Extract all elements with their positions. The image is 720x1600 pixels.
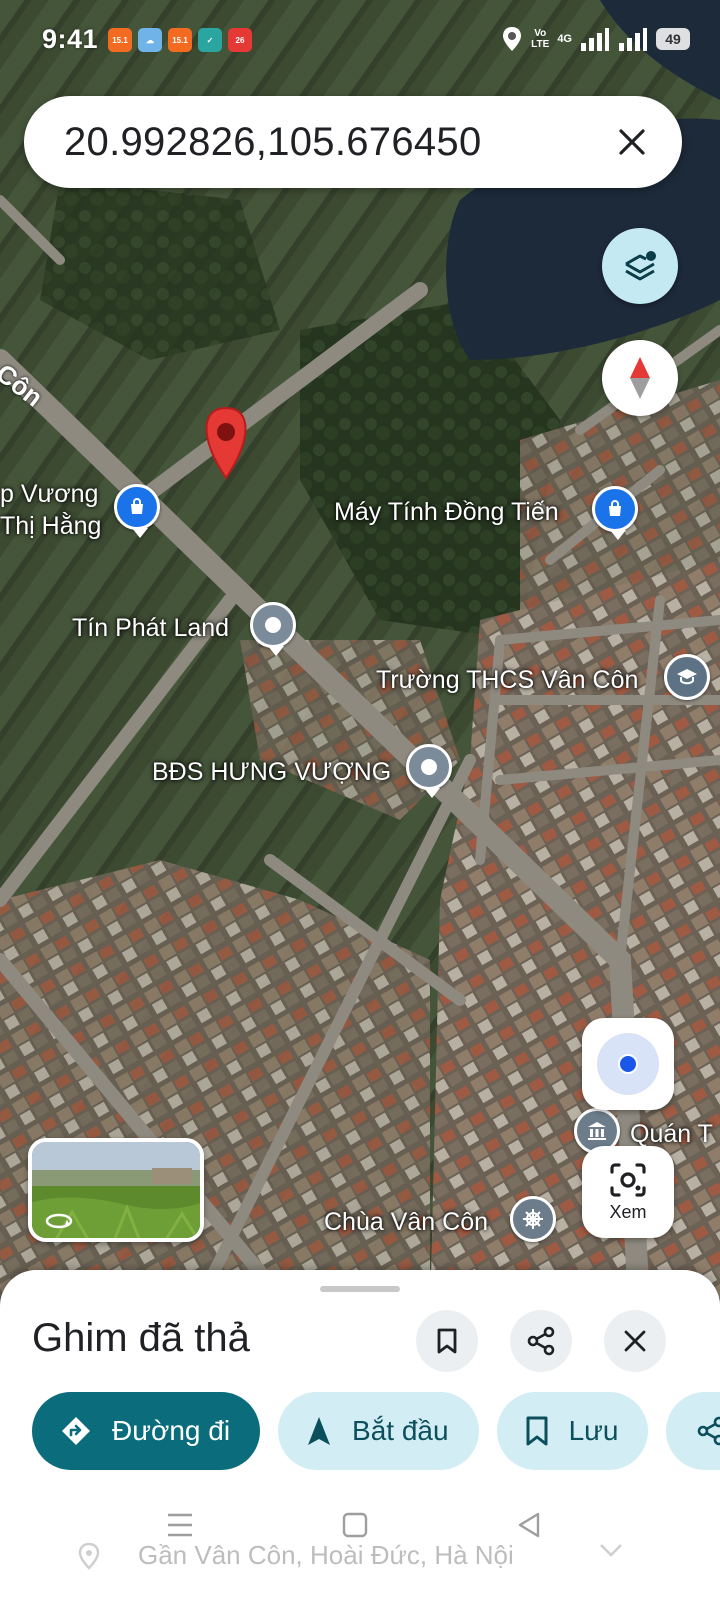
street-view-rotate-icon	[45, 1213, 73, 1229]
place-marker-icon[interactable]	[406, 744, 452, 798]
sheet-title: Ghim đã thả	[32, 1316, 250, 1360]
signal-strength-icon	[619, 28, 647, 51]
back-icon[interactable]	[516, 1512, 542, 1538]
battery-indicator: 49	[656, 28, 690, 50]
close-icon	[619, 129, 645, 155]
calendar-app-icon: 26	[228, 28, 252, 52]
navigation-arrow-icon	[308, 1417, 331, 1445]
place-label-quan[interactable]: Quán T	[630, 1120, 713, 1149]
bookmark-icon	[526, 1416, 548, 1446]
start-navigation-button[interactable]: Bắt đầu	[278, 1392, 479, 1470]
place-label-vuong-thi-hang[interactable]: p Vương Thị Hằng	[0, 478, 101, 542]
weather-icon: ☁	[138, 28, 162, 52]
share-icon	[698, 1416, 720, 1446]
camera-lens-icon	[610, 1162, 646, 1197]
shopping-app-icon: 15.1	[108, 28, 132, 52]
compass-button[interactable]	[602, 340, 678, 416]
temple-icon[interactable]	[510, 1196, 556, 1242]
sheet-drag-handle[interactable]	[320, 1286, 400, 1292]
task-app-icon: ✓	[198, 28, 222, 52]
place-label-bds-hung-vuong[interactable]: BĐS HƯNG VƯỢNG	[152, 758, 391, 787]
layers-button[interactable]	[602, 228, 678, 304]
lens-button[interactable]: Xem	[582, 1146, 674, 1238]
close-icon	[624, 1330, 646, 1352]
volte-indicator: Vo LTE	[531, 28, 550, 50]
signal-strength-icon	[581, 28, 609, 51]
compass-icon	[630, 357, 650, 399]
home-icon[interactable]	[342, 1512, 368, 1538]
street-view-thumbnail[interactable]	[28, 1138, 204, 1242]
place-label-tin-phat-land[interactable]: Tín Phát Land	[72, 614, 229, 643]
save-chip-button[interactable]: Lưu	[496, 1392, 649, 1470]
place-label-may-tinh-dong-tien[interactable]: Máy Tính Đồng Tiến	[334, 498, 559, 527]
my-location-icon	[597, 1033, 659, 1095]
layers-icon	[625, 251, 656, 281]
system-navigation-bar	[0, 1500, 720, 1560]
share-icon	[527, 1326, 555, 1356]
share-button[interactable]	[510, 1310, 572, 1372]
school-icon[interactable]	[664, 654, 710, 700]
bookmark-icon	[437, 1328, 457, 1354]
notification-icons: 15.1 ☁ 15.1 ✓ 26	[108, 28, 252, 52]
system-icons: Vo LTE 4G 49	[501, 26, 690, 52]
close-sheet-button[interactable]	[604, 1310, 666, 1372]
lens-button-label: Xem	[609, 1201, 647, 1222]
shopping-bag-icon[interactable]	[592, 486, 638, 540]
status-time: 9:41	[42, 24, 99, 54]
menu-icon[interactable]	[166, 1512, 194, 1538]
shopping-app-icon: 15.1	[168, 28, 192, 52]
place-marker-icon[interactable]	[250, 602, 296, 656]
location-status-icon	[503, 27, 522, 51]
save-button[interactable]	[416, 1310, 478, 1372]
clear-search-button[interactable]	[608, 118, 656, 166]
start-label: Bắt đầu	[352, 1415, 449, 1446]
directions-button[interactable]: Đường đi	[32, 1392, 261, 1470]
network-type: 4G	[557, 33, 572, 45]
search-bar[interactable]: 20.992826,105.676450	[24, 96, 682, 188]
save-label: Lưu	[568, 1415, 619, 1446]
action-chips: Đường đi Bắt đầu Lưu	[32, 1392, 720, 1470]
my-location-button[interactable]	[582, 1018, 674, 1110]
shopping-bag-icon[interactable]	[114, 484, 160, 538]
place-label-chua-van-con[interactable]: Chùa Vân Côn	[324, 1208, 488, 1237]
place-bottom-sheet[interactable]: Ghim đã thả Đường đi Bắt đầu Lưu Gần Vân…	[0, 1270, 720, 1600]
directions-icon	[62, 1417, 90, 1445]
search-query[interactable]: 20.992826,105.676450	[64, 120, 482, 165]
place-label-truong-thcs-van-con[interactable]: Trường THCS Vân Côn	[376, 666, 638, 695]
share-chip-button[interactable]	[666, 1392, 720, 1470]
status-bar: 9:41 15.1 ☁ 15.1 ✓ 26 Vo LTE 4G 49	[0, 0, 720, 84]
directions-label: Đường đi	[112, 1415, 231, 1446]
